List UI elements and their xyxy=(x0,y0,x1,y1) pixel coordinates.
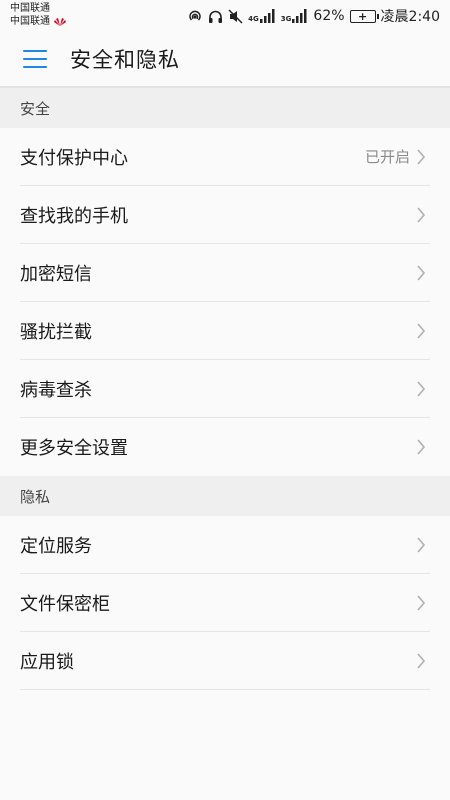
chevron-right-icon xyxy=(417,264,426,281)
section-header-privacy: 隐私 xyxy=(0,476,450,516)
app-bar: 安全和隐私 xyxy=(0,32,450,88)
signal-bars-1-icon xyxy=(259,9,275,23)
chevron-right-icon xyxy=(417,206,426,223)
list-item-right xyxy=(416,418,426,476)
huawei-logo-icon xyxy=(54,17,66,26)
list-item-label: 查找我的手机 xyxy=(20,205,128,227)
list-item-right xyxy=(416,186,426,243)
section-header-security: 安全 xyxy=(0,88,450,128)
battery-icon: + xyxy=(349,9,379,23)
list-item-location-services[interactable]: 定位服务 xyxy=(20,516,430,574)
carrier-info: 中国联通 中国联通 xyxy=(10,2,66,28)
hamburger-menu-icon xyxy=(23,50,47,68)
hotspot-icon xyxy=(189,10,201,21)
list-item-find-my-phone[interactable]: 查找我的手机 xyxy=(20,186,430,244)
carrier-2-label: 中国联通 xyxy=(10,16,50,27)
status-value: 已开启 xyxy=(364,148,410,166)
carrier-1-label: 中国联通 xyxy=(10,3,50,14)
list-item-virus-scan[interactable]: 病毒查杀 xyxy=(20,360,430,418)
list-item-app-lock[interactable]: 应用锁 xyxy=(20,632,430,690)
chevron-right-icon xyxy=(417,652,426,669)
page-title: 安全和隐私 xyxy=(70,48,180,72)
list-item-label: 定位服务 xyxy=(20,535,92,557)
list-item-encrypted-sms[interactable]: 加密短信 xyxy=(20,244,430,302)
list-item-right xyxy=(416,244,426,301)
carrier-row-2: 中国联通 xyxy=(10,15,66,28)
signal-2: 3G xyxy=(281,9,309,23)
list-item-label: 更多安全设置 xyxy=(20,438,128,459)
list-item-right xyxy=(416,632,426,689)
list-item-label: 文件保密柜 xyxy=(20,593,110,615)
clock: 凌晨2:40 xyxy=(380,9,440,25)
signal-bars-2-icon xyxy=(292,9,307,23)
list-item-right xyxy=(416,574,426,631)
carrier-row-1: 中国联通 xyxy=(10,2,66,15)
list-item-more-security-settings[interactable]: 更多安全设置 xyxy=(20,418,430,476)
list-item-harassment-blocking[interactable]: 骚扰拦截 xyxy=(20,302,430,360)
chevron-right-icon xyxy=(417,380,426,397)
privacy-list: 定位服务 文件保密柜 应用锁 xyxy=(0,516,450,690)
status-icons: 4G 3G 62% + 凌晨2:40 xyxy=(187,6,440,26)
chevron-right-icon xyxy=(417,148,426,165)
list-item-right: 已开启 xyxy=(365,128,426,185)
list-item-file-safe[interactable]: 文件保密柜 xyxy=(20,574,430,632)
status-bar: 中国联通 中国联通 4G 3G 62% + 凌晨2:40 xyxy=(0,0,450,32)
headphones-icon xyxy=(209,10,223,23)
chevron-right-icon xyxy=(417,536,426,553)
mute-icon xyxy=(228,8,243,24)
chevron-right-icon xyxy=(417,594,426,611)
network-2-label: 3G xyxy=(280,15,292,23)
chevron-right-icon xyxy=(417,439,426,455)
menu-button[interactable] xyxy=(0,31,70,87)
list-item-label: 骚扰拦截 xyxy=(20,321,92,343)
list-item-label: 支付保护中心 xyxy=(20,147,128,169)
list-item-label: 病毒查杀 xyxy=(20,379,92,401)
list-item-label: 加密短信 xyxy=(20,263,92,285)
list-item-right xyxy=(416,516,426,573)
list-item-payment-protection[interactable]: 支付保护中心 已开启 xyxy=(20,128,430,186)
list-item-label: 应用锁 xyxy=(20,651,74,673)
list-item-right xyxy=(416,302,426,359)
list-item-right xyxy=(416,360,426,417)
security-list: 支付保护中心 已开启 查找我的手机 加密短信 骚扰拦截 病毒查杀 更多安全设置 xyxy=(0,128,450,476)
signal-1: 4G xyxy=(248,9,276,23)
network-1-label: 4G xyxy=(248,15,259,23)
chevron-right-icon xyxy=(417,322,426,339)
battery-percent: 62% xyxy=(313,8,345,24)
